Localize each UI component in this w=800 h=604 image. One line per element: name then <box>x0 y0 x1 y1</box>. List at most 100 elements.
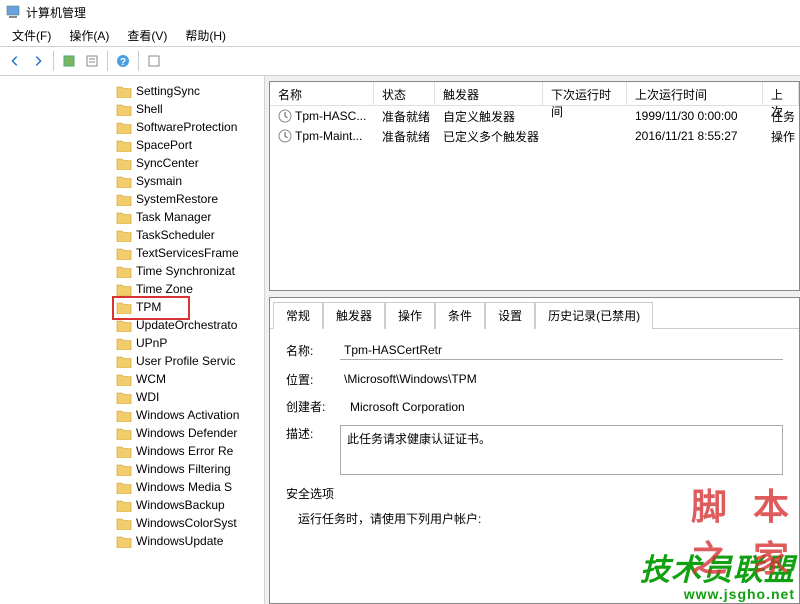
right-pane: 名称 状态 触发器 下次运行时间 上次运行时间 上次 Tpm-HASC...准备… <box>265 76 800 604</box>
tree-item-label: Task Manager <box>136 210 211 224</box>
window-title: 计算机管理 <box>26 4 86 21</box>
tab-history[interactable]: 历史记录(已禁用) <box>535 302 653 329</box>
tree-item[interactable]: Sysmain <box>0 172 264 190</box>
tree-item-label: SoftwareProtection <box>136 120 237 134</box>
tree-item-label: WindowsColorSyst <box>136 516 237 530</box>
tree-item-label: Windows Defender <box>136 426 237 440</box>
task-result: 任务 <box>763 108 799 125</box>
tree-pane[interactable]: SettingSync Shell SoftwareProtection SpaceP… <box>0 76 265 604</box>
clock-icon <box>278 109 292 123</box>
tree-item-label: Shell <box>136 102 163 116</box>
col-status[interactable]: 状态 <box>374 82 435 105</box>
tree-item[interactable]: SyncCenter <box>0 154 264 172</box>
folder-icon <box>116 463 132 476</box>
tree-item[interactable]: Windows Filtering <box>0 460 264 478</box>
label-author: 创建者: <box>286 398 334 415</box>
folder-icon <box>116 175 132 188</box>
tree-item[interactable]: TextServicesFrame <box>0 244 264 262</box>
tree-item[interactable]: Windows Media S <box>0 478 264 496</box>
tree-item[interactable]: UpdateOrchestrato <box>0 316 264 334</box>
folder-icon <box>116 283 132 296</box>
folder-icon <box>116 211 132 224</box>
value-description[interactable]: 此任务请求健康认证证书。 <box>340 425 783 475</box>
toolbar-separator-2 <box>107 51 108 71</box>
task-trigger: 自定义触发器 <box>435 108 543 125</box>
folder-icon <box>116 193 132 206</box>
tree-item-label: WindowsUpdate <box>136 534 223 548</box>
col-next-run[interactable]: 下次运行时间 <box>543 82 627 105</box>
detail-pane: 常规 触发器 操作 条件 设置 历史记录(已禁用) 名称: Tpm-HASCer… <box>269 297 800 604</box>
tree-item-label: WCM <box>136 372 166 386</box>
tree-item-label: TaskScheduler <box>136 228 215 242</box>
titlebar: 计算机管理 <box>0 0 800 24</box>
tree-item[interactable]: Windows Defender <box>0 424 264 442</box>
tree-item[interactable]: Task Manager <box>0 208 264 226</box>
tree-item[interactable]: UPnP <box>0 334 264 352</box>
col-trigger[interactable]: 触发器 <box>435 82 543 105</box>
tree-item[interactable]: TaskScheduler <box>0 226 264 244</box>
main-area: SettingSync Shell SoftwareProtection SpaceP… <box>0 76 800 604</box>
tab-general[interactable]: 常规 <box>273 302 323 329</box>
tree-item[interactable]: SoftwareProtection <box>0 118 264 136</box>
tree-item[interactable]: SettingSync <box>0 82 264 100</box>
tree-item[interactable]: Time Synchronizat <box>0 262 264 280</box>
task-list: 名称 状态 触发器 下次运行时间 上次运行时间 上次 Tpm-HASC...准备… <box>269 81 800 291</box>
tree-item-label: Time Synchronizat <box>136 264 235 278</box>
toolbar-btn-2[interactable] <box>81 50 103 72</box>
tree-item[interactable]: Time Zone <box>0 280 264 298</box>
tree-item[interactable]: User Profile Servic <box>0 352 264 370</box>
col-last-run[interactable]: 上次运行时间 <box>627 82 763 105</box>
task-row[interactable]: Tpm-HASC...准备就绪自定义触发器1999/11/30 0:00:00任… <box>270 106 799 126</box>
tab-conditions[interactable]: 条件 <box>435 302 485 329</box>
folder-icon <box>116 139 132 152</box>
task-list-headers: 名称 状态 触发器 下次运行时间 上次运行时间 上次 <box>270 82 799 106</box>
tab-triggers[interactable]: 触发器 <box>323 302 385 329</box>
tree-item-label: WDI <box>136 390 159 404</box>
tree-item[interactable]: Windows Error Re <box>0 442 264 460</box>
folder-icon <box>116 319 132 332</box>
col-result[interactable]: 上次 <box>763 82 799 105</box>
folder-icon <box>116 103 132 116</box>
tree-item[interactable]: WindowsBackup <box>0 496 264 514</box>
security-section-title: 安全选项 <box>286 485 783 502</box>
task-name: Tpm-HASC... <box>295 109 366 123</box>
help-button[interactable]: ? <box>112 50 134 72</box>
tab-actions[interactable]: 操作 <box>385 302 435 329</box>
toolbar-btn-3[interactable] <box>143 50 165 72</box>
tree-item[interactable]: WindowsColorSyst <box>0 514 264 532</box>
tree-item[interactable]: Windows Activation <box>0 406 264 424</box>
folder-icon <box>116 157 132 170</box>
menu-view[interactable]: 查看(V) <box>119 25 175 46</box>
tree-item-label: UPnP <box>136 336 167 350</box>
task-last: 1999/11/30 0:00:00 <box>627 109 763 123</box>
tree-item-label: Windows Media S <box>136 480 232 494</box>
tab-settings[interactable]: 设置 <box>485 302 535 329</box>
task-row[interactable]: Tpm-Maint...准备就绪已定义多个触发器2016/11/21 8:55:… <box>270 126 799 146</box>
tree-item[interactable]: WDI <box>0 388 264 406</box>
back-button[interactable] <box>4 50 26 72</box>
folder-icon <box>116 445 132 458</box>
tree-item[interactable]: TPM <box>0 298 264 316</box>
menu-action[interactable]: 操作(A) <box>61 25 117 46</box>
folder-icon <box>116 121 132 134</box>
tree-item[interactable]: WCM <box>0 370 264 388</box>
forward-button[interactable] <box>27 50 49 72</box>
tree-item-label: Windows Error Re <box>136 444 233 458</box>
folder-icon <box>116 229 132 242</box>
tree-item[interactable]: SystemRestore <box>0 190 264 208</box>
tree-item[interactable]: SpacePort <box>0 136 264 154</box>
folder-icon <box>116 535 132 548</box>
tree-item[interactable]: WindowsUpdate <box>0 532 264 550</box>
folder-icon <box>116 517 132 530</box>
value-location: \Microsoft\Windows\TPM <box>340 370 783 388</box>
menu-help[interactable]: 帮助(H) <box>177 25 234 46</box>
tree-item-label: Sysmain <box>136 174 182 188</box>
folder-icon <box>116 355 132 368</box>
menu-file[interactable]: 文件(F) <box>4 25 59 46</box>
clock-icon <box>278 129 292 143</box>
tree-item-label: UpdateOrchestrato <box>136 318 237 332</box>
toolbar-separator-3 <box>138 51 139 71</box>
col-name[interactable]: 名称 <box>270 82 374 105</box>
tree-item[interactable]: Shell <box>0 100 264 118</box>
toolbar-btn-1[interactable] <box>58 50 80 72</box>
